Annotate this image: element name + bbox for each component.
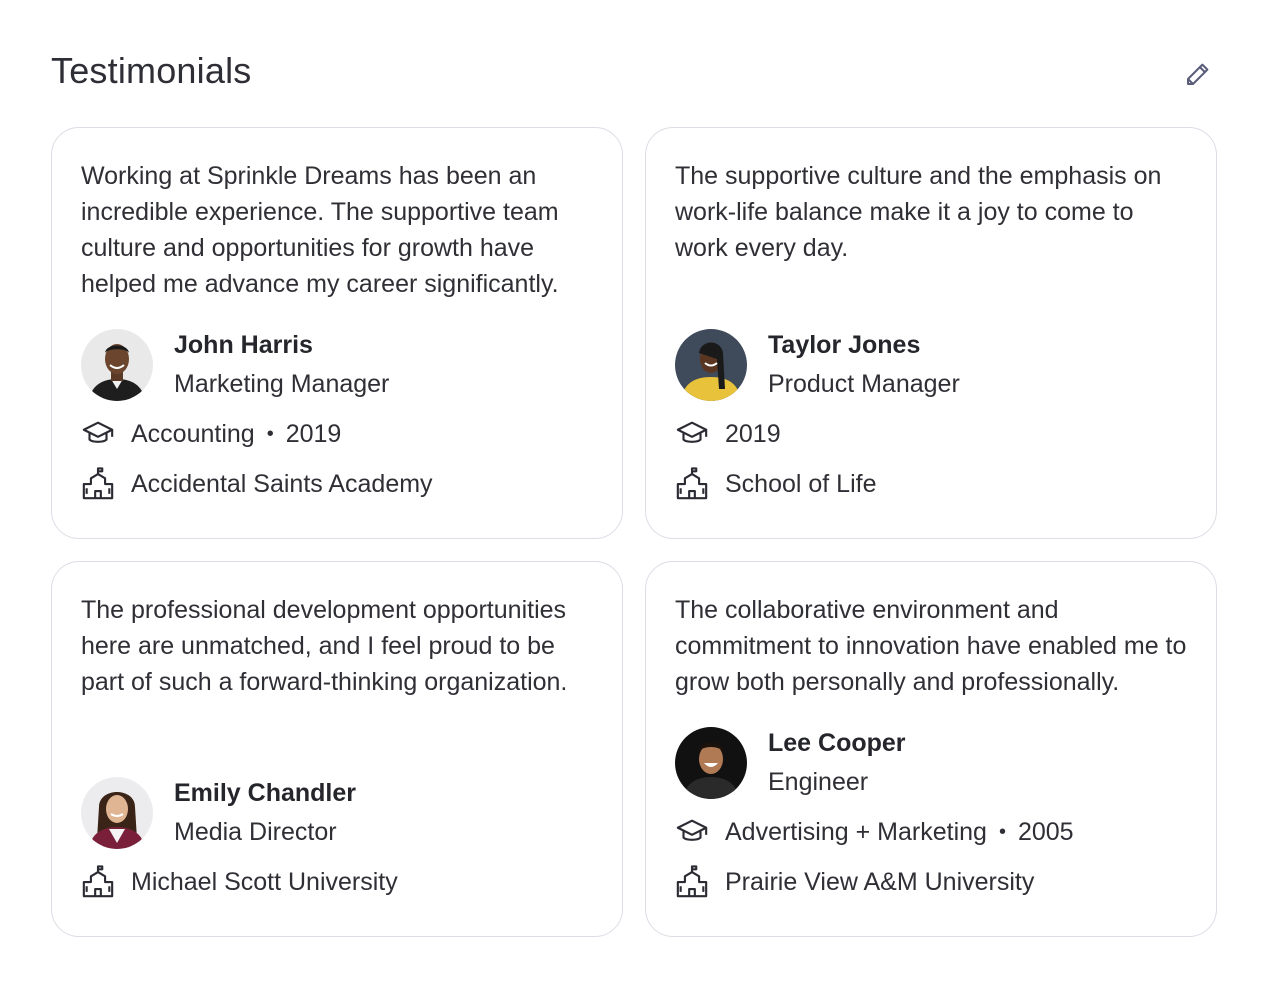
school-name: School of Life: [725, 469, 877, 498]
education-field: Advertising + Marketing: [725, 817, 987, 846]
school-name: Accidental Saints Academy: [131, 469, 433, 498]
person-role: Media Director: [174, 818, 337, 846]
avatar: [675, 727, 747, 799]
avatar: [675, 329, 747, 401]
education-year: 2019: [285, 419, 342, 448]
education-year: 2019: [725, 419, 781, 448]
testimonial-card: The supportive culture and the emphasis …: [645, 127, 1217, 539]
school-name: Prairie View A&M University: [725, 867, 1035, 896]
graduation-cap-icon: [675, 814, 711, 850]
testimonial-quote: The supportive culture and the emphasis …: [675, 162, 1162, 262]
person-role: Product Manager: [768, 370, 960, 398]
person-info: Emily Chandler Media Director: [81, 774, 356, 852]
school-row: Accidental Saints Academy: [81, 466, 433, 502]
graduation-cap-icon: [675, 416, 711, 452]
testimonial-card: Working at Sprinkle Dreams has been an i…: [51, 127, 623, 539]
avatar: [81, 777, 153, 849]
school-building-icon: [81, 864, 117, 900]
person-name: Emily Chandler: [174, 779, 356, 807]
avatar: [81, 329, 153, 401]
testimonial-quote: The collaborative environment and commit…: [675, 596, 1187, 696]
education-row: Accounting • 2019: [81, 416, 341, 452]
school-row: School of Life: [675, 466, 877, 502]
education-field: Accounting: [131, 419, 255, 448]
section-title: Testimonials: [51, 50, 252, 91]
person-info: Taylor Jones Product Manager: [675, 326, 960, 404]
person-name: Taylor Jones: [768, 331, 921, 359]
person-role: Engineer: [768, 768, 869, 796]
person-name: Lee Cooper: [768, 729, 906, 757]
separator-dot: •: [266, 422, 274, 445]
school-building-icon: [675, 466, 711, 502]
school-row: Prairie View A&M University: [675, 864, 1034, 900]
school-building-icon: [81, 466, 117, 502]
testimonial-card: The professional development opportuniti…: [51, 561, 623, 937]
pencil-icon: [1187, 63, 1209, 85]
school-row: Michael Scott University: [81, 864, 398, 900]
edit-button[interactable]: [1178, 54, 1218, 94]
person-info: John Harris Marketing Manager: [81, 326, 389, 404]
school-name: Michael Scott University: [131, 867, 398, 896]
person-name: John Harris: [174, 331, 313, 359]
person-role: Marketing Manager: [174, 370, 390, 398]
education-row: 2019: [675, 416, 781, 452]
separator-dot: •: [998, 820, 1006, 843]
education-year: 2005: [1017, 817, 1074, 846]
graduation-cap-icon: [81, 416, 117, 452]
education-row: Advertising + Marketing • 2005: [675, 814, 1074, 850]
person-info: Lee Cooper Engineer: [675, 724, 906, 802]
testimonial-quote: Working at Sprinkle Dreams has been an i…: [81, 162, 559, 298]
school-building-icon: [675, 864, 711, 900]
testimonial-card: The collaborative environment and commit…: [645, 561, 1217, 937]
testimonial-quote: The professional development opportuniti…: [81, 596, 568, 696]
